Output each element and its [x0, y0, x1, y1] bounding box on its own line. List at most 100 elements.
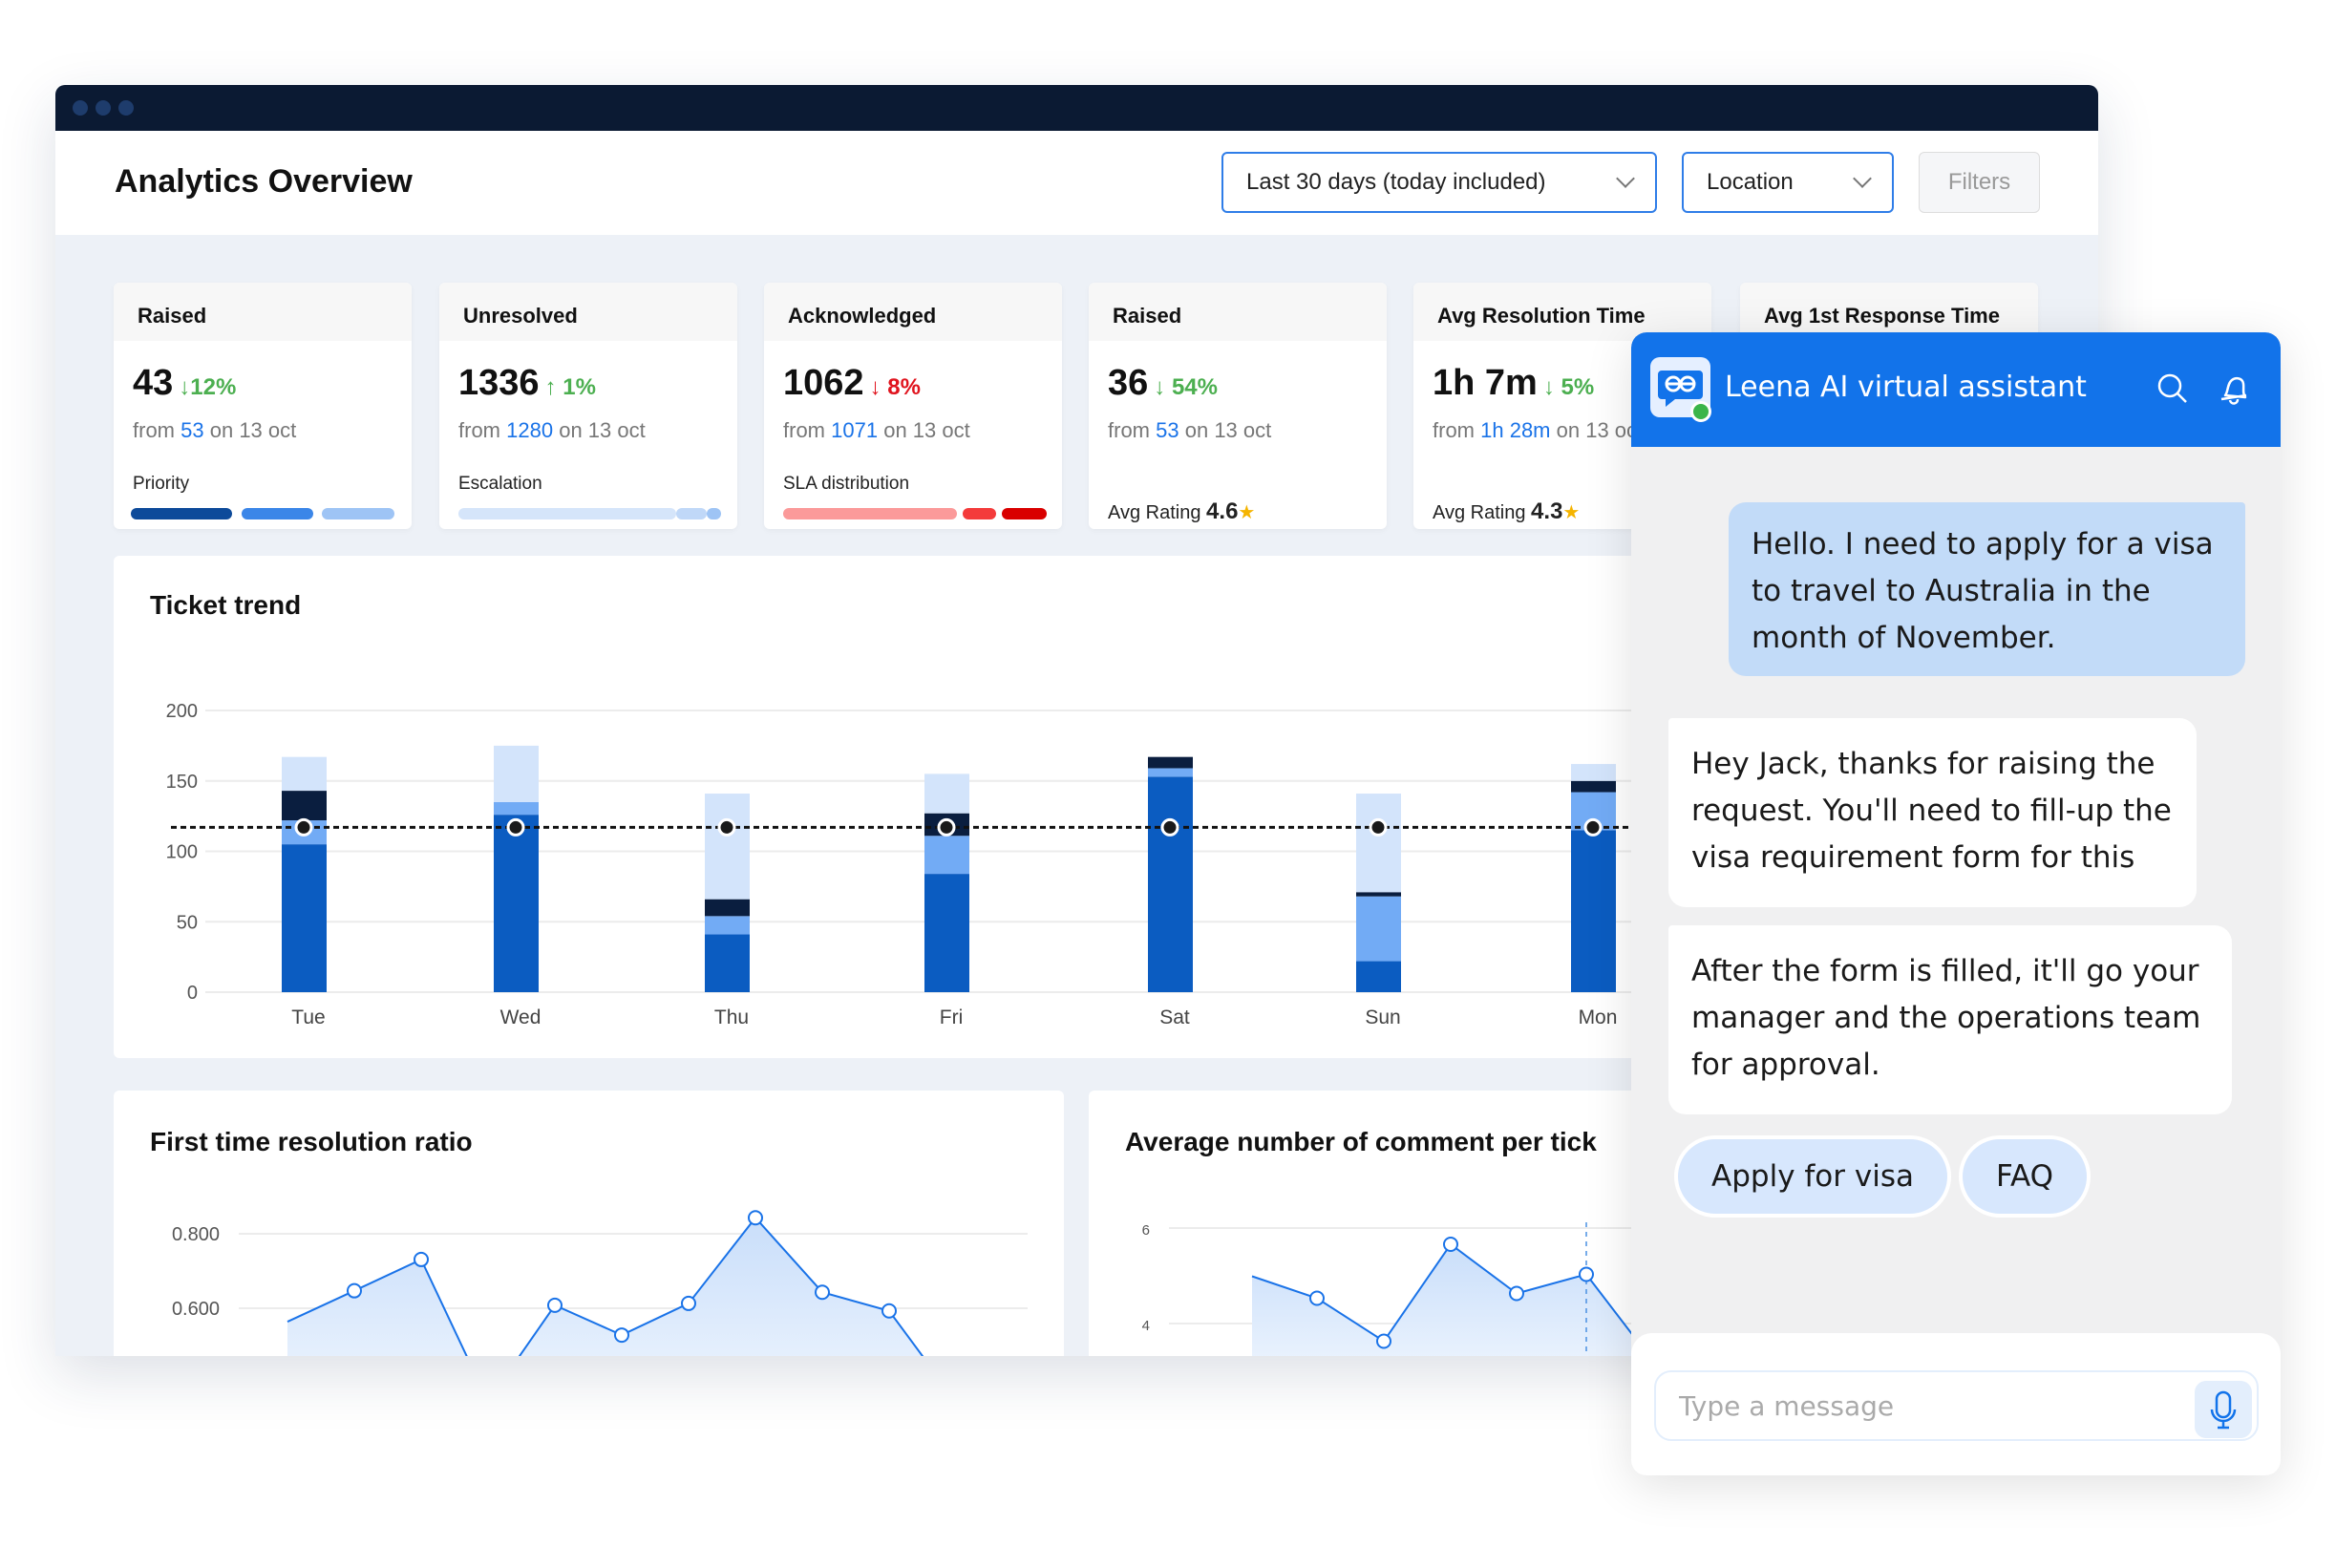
average-marker — [717, 817, 736, 837]
value: 1336 — [458, 363, 540, 403]
previous-value-link[interactable]: 53 — [1156, 418, 1179, 442]
bar-segment — [1356, 794, 1401, 893]
from-prefix: from — [1433, 418, 1475, 442]
faq-button[interactable]: FAQ — [1959, 1135, 2091, 1218]
card-title: Unresolved — [439, 283, 737, 341]
x-tick-label: Fri — [940, 1006, 964, 1028]
distribution-segment[interactable] — [1002, 508, 1047, 519]
y-tick-label: 100 — [166, 842, 198, 863]
bell-icon[interactable] — [2218, 371, 2250, 407]
rating-label: Avg Rating — [1433, 502, 1526, 523]
bar-segment — [705, 794, 750, 900]
bot-message: Hey Jack, thanks for raising the request… — [1668, 718, 2197, 907]
card-title: Raised — [1089, 283, 1387, 341]
window-dot[interactable] — [118, 100, 134, 116]
distribution-label: Escalation — [458, 474, 542, 494]
first-time-resolution-chart: 0.800 0.600 — [172, 1210, 1028, 1356]
location-dropdown[interactable]: Location — [1682, 152, 1894, 213]
bar-segment — [705, 916, 750, 935]
data-point — [1309, 1290, 1325, 1306]
data-point — [1579, 1266, 1594, 1282]
distribution-label: Priority — [133, 474, 190, 494]
window-dot[interactable] — [96, 100, 111, 116]
kpi-card[interactable]: Unresolved 1336 ↑ 1% from 1280 on 13 oct Es… — [439, 283, 737, 529]
y-tick-label: 0 — [187, 983, 198, 1004]
change-indicator: ↑ 1% — [544, 374, 596, 400]
previous-value-link[interactable]: 1h 28m — [1480, 418, 1550, 442]
date-range-dropdown[interactable]: Last 30 days (today included) — [1221, 152, 1657, 213]
bar-segment — [1571, 764, 1616, 781]
y-tick-label: 50 — [177, 912, 198, 933]
previous-value-link[interactable]: 53 — [181, 418, 203, 442]
data-point — [815, 1284, 830, 1301]
change-indicator: ↓ 54% — [1154, 374, 1218, 400]
bar-segment — [705, 934, 750, 992]
message-input[interactable] — [1654, 1370, 2259, 1441]
y-tick-label: 200 — [166, 701, 198, 722]
search-icon[interactable] — [2156, 372, 2189, 405]
chat-header: Leena AI virtual assistant — [1631, 332, 2281, 447]
user-message: Hello. I need to apply for a visa to tra… — [1729, 502, 2245, 676]
distribution-segment[interactable] — [707, 508, 721, 519]
previous-value-link[interactable]: 1071 — [831, 418, 878, 442]
from-prefix: from — [458, 418, 500, 442]
data-point — [614, 1327, 629, 1344]
kpi-card[interactable]: Raised 43 ↓12% from 53 on 13 oct Priority — [114, 283, 412, 529]
rating-value: 4.3 — [1531, 498, 1563, 524]
microphone-button[interactable] — [2195, 1381, 2252, 1438]
y-tick-label: 0.800 — [172, 1224, 220, 1245]
kpi-card[interactable]: Acknowledged 1062 ↓ 8% from 1071 on 13 oct… — [764, 283, 1062, 529]
distribution-segment[interactable] — [783, 508, 957, 519]
y-tick-label: 0.600 — [172, 1299, 220, 1320]
x-tick-label: Sat — [1159, 1006, 1190, 1028]
comparison-text: from 1071 on 13 oct — [783, 418, 970, 443]
bar-segment — [282, 756, 327, 792]
from-suffix: on 13 oct — [209, 418, 297, 442]
card-value: 1h 7m ↓ 5% — [1433, 363, 1594, 404]
bar-segment — [924, 874, 969, 992]
distribution-segment[interactable] — [458, 508, 676, 519]
change-indicator: ↓ 8% — [869, 374, 921, 400]
date-range-value: Last 30 days (today included) — [1246, 169, 1546, 195]
window-titlebar — [55, 85, 2098, 131]
comparison-text: from 53 on 13 oct — [133, 418, 296, 443]
from-prefix: from — [1108, 418, 1150, 442]
filters-button[interactable]: Filters — [1919, 152, 2040, 213]
page-title: Analytics Overview — [115, 163, 413, 200]
average-marker — [294, 817, 313, 837]
bar-segment — [282, 844, 327, 992]
x-tick-label: Thu — [714, 1006, 749, 1028]
rating-value: 4.6 — [1206, 498, 1239, 524]
page-header: Analytics Overview Last 30 days (today i… — [55, 131, 2098, 235]
average-marker — [1160, 817, 1179, 837]
window-dot[interactable] — [73, 100, 88, 116]
bot-message: After the form is filled, it'll go your … — [1668, 925, 2232, 1114]
bar-segment — [1571, 830, 1616, 992]
kpi-card[interactable]: Raised 36 ↓ 54% from 53 on 13 oct Avg Ratin… — [1089, 283, 1387, 529]
bar-segment — [282, 791, 327, 821]
chevron-down-icon — [1853, 169, 1872, 188]
distribution-segment[interactable] — [322, 508, 394, 519]
bar-segment — [1148, 768, 1193, 777]
card-title: Raised — [114, 283, 412, 341]
apply-for-visa-button[interactable]: Apply for visa — [1674, 1135, 1951, 1218]
bar-segment — [1356, 961, 1401, 992]
x-tick-label: Mon — [1579, 1006, 1618, 1028]
y-tick-label: 4 — [1142, 1318, 1150, 1334]
x-tick-label: Wed — [500, 1006, 542, 1028]
distribution-segment[interactable] — [963, 508, 996, 519]
previous-value-link[interactable]: 1280 — [506, 418, 553, 442]
from-suffix: on 13 oct — [1556, 418, 1644, 442]
distribution-segment[interactable] — [242, 508, 313, 519]
value: 43 — [133, 363, 174, 403]
from-prefix: from — [783, 418, 825, 442]
chevron-down-icon — [1616, 169, 1635, 188]
distribution-segment[interactable] — [676, 508, 707, 519]
star-icon: ★ — [1562, 502, 1581, 523]
avg-rating: Avg Rating 4.6★ — [1108, 498, 1255, 525]
distribution-segment[interactable] — [131, 508, 232, 519]
card-value: 1336 ↑ 1% — [458, 363, 596, 404]
y-tick-label: 6 — [1142, 1222, 1150, 1239]
bar-segment — [1356, 892, 1401, 897]
data-point — [881, 1303, 897, 1319]
